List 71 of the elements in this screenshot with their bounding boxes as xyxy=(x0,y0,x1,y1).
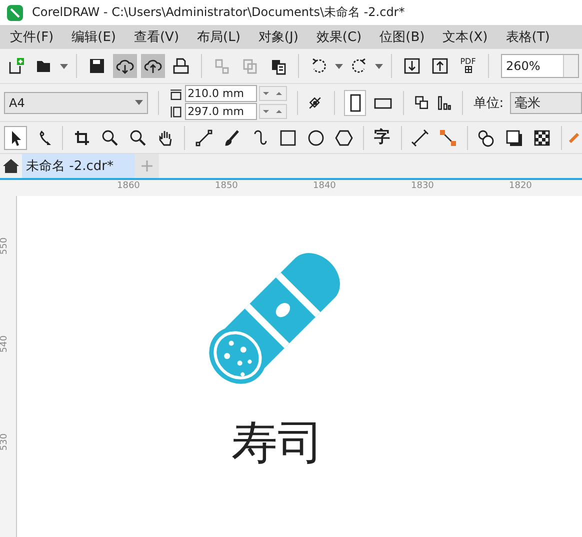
menu-item[interactable]: 布局(L) xyxy=(193,28,254,46)
zoom-field[interactable]: 260% xyxy=(501,54,579,78)
ruler-label: 1860 xyxy=(117,181,140,191)
ruler-label: 1840 xyxy=(313,181,336,191)
unit-dropdown[interactable]: 毫米 xyxy=(510,92,582,114)
dimension-icon xyxy=(411,128,430,146)
ruler-label: 1820 xyxy=(509,181,532,191)
cloud-download-icon xyxy=(116,57,134,75)
portrait-button[interactable] xyxy=(344,90,366,116)
menu-item[interactable]: 对象(J) xyxy=(254,28,312,46)
menu-item[interactable]: 位图(B) xyxy=(376,28,439,46)
connector-icon xyxy=(439,128,458,146)
ruler-label: 530 xyxy=(0,433,10,451)
toolbar-button[interactable] xyxy=(141,54,165,78)
unit-label: 单位: xyxy=(473,94,504,112)
ruler-label: 1830 xyxy=(411,181,434,191)
pages-icon xyxy=(414,94,430,112)
menu-item[interactable]: 文本(X) xyxy=(438,28,502,46)
crop-icon xyxy=(72,128,91,146)
blend-icon xyxy=(477,128,496,146)
redo-icon xyxy=(350,57,368,75)
grid-icon xyxy=(464,66,472,73)
home-icon xyxy=(2,157,20,175)
menu-item[interactable]: 效果(C) xyxy=(312,28,376,46)
window-title: CorelDRAW - C:\Users\Administrator\Documents\未命名 -2.cdr* xyxy=(32,4,405,21)
undo-icon xyxy=(310,57,328,75)
line-tool-icon xyxy=(194,128,213,146)
bars-icon xyxy=(436,94,452,112)
height-field[interactable]: 297.0 mm xyxy=(184,103,257,120)
ellipse-icon xyxy=(306,128,325,146)
drop-shadow-icon xyxy=(505,128,524,146)
brush-icon xyxy=(222,128,241,146)
export-icon xyxy=(431,57,449,75)
menu-item[interactable]: 文件(F) xyxy=(6,28,68,46)
search-icon xyxy=(100,128,119,146)
paste-icon xyxy=(269,57,287,75)
tool-button[interactable]: 字 xyxy=(370,126,394,150)
caret-icon[interactable] xyxy=(335,64,343,68)
copy-icon xyxy=(241,57,259,75)
page-size-dropdown[interactable]: A4 xyxy=(4,92,148,114)
polygon-icon xyxy=(335,128,354,146)
printer-icon xyxy=(172,57,190,75)
menu-item[interactable]: 表格(T) xyxy=(502,28,564,46)
import-icon xyxy=(403,57,421,75)
app-logo-icon xyxy=(6,4,24,22)
spinner-control[interactable] xyxy=(258,86,287,101)
width-field[interactable]: 210.0 mm xyxy=(184,85,257,102)
plus-icon xyxy=(140,159,154,173)
save-icon xyxy=(88,57,106,75)
ruler-label: 550 xyxy=(0,237,10,255)
tool-button[interactable] xyxy=(4,126,28,150)
cloud-upload-icon xyxy=(144,57,162,75)
checkerboard-icon xyxy=(533,128,552,146)
caret-icon[interactable] xyxy=(134,100,143,105)
caret-icon[interactable] xyxy=(375,64,383,68)
new-document-icon xyxy=(7,57,25,75)
search-icon xyxy=(128,128,147,146)
toolbar-button[interactable] xyxy=(113,54,137,78)
caption-text: 寿司 xyxy=(232,414,324,471)
rectangle-icon xyxy=(278,128,297,146)
ruler-label: 1850 xyxy=(215,181,238,191)
width-icon xyxy=(168,86,183,100)
spinner-control[interactable] xyxy=(258,104,287,119)
height-icon xyxy=(168,104,183,118)
cut-icon xyxy=(213,57,231,75)
caret-icon[interactable] xyxy=(60,64,68,68)
ruler-label: 540 xyxy=(0,335,10,353)
toolbar-button[interactable]: PDF xyxy=(456,54,480,78)
menu-item[interactable]: 编辑(E) xyxy=(68,28,130,46)
menu-item[interactable]: 查看(V) xyxy=(130,28,194,46)
document-tab[interactable]: 未命名 -2.cdr* xyxy=(22,154,136,178)
